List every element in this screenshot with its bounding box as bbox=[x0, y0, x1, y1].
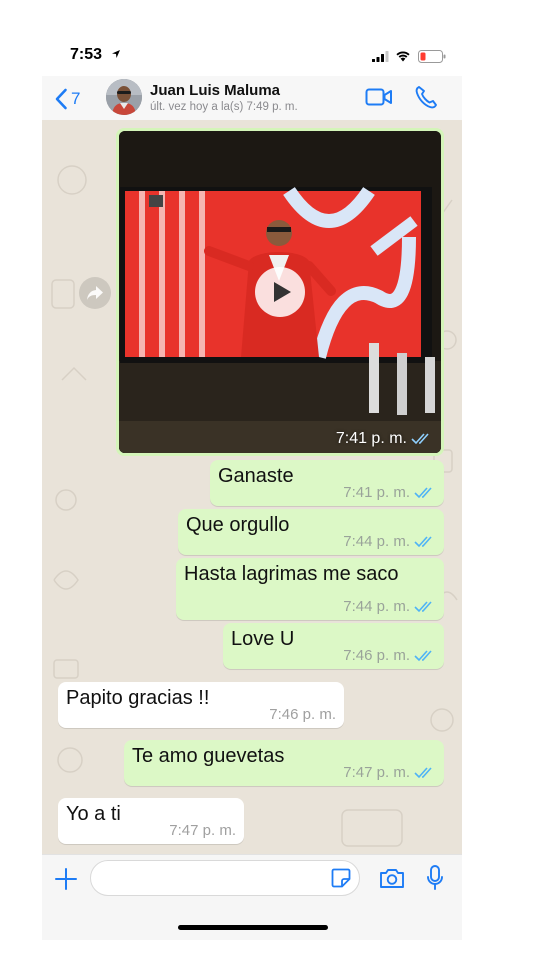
message-input-bar bbox=[42, 854, 462, 940]
signal-icon bbox=[372, 51, 389, 62]
message-bubble[interactable]: Papito gracias !! 7:46 p. m. bbox=[58, 682, 344, 728]
message-time: 7:44 p. m. bbox=[343, 598, 410, 615]
double-check-icon bbox=[414, 486, 432, 498]
message-time: 7:47 p. m. bbox=[169, 822, 236, 839]
message-bubble[interactable]: Que orgullo 7:44 p. m. bbox=[178, 509, 444, 555]
double-check-icon bbox=[414, 649, 432, 661]
message-bubble[interactable]: Ganaste 7:41 p. m. bbox=[210, 460, 444, 506]
chat-area[interactable]: 7:41 p. m. Ganaste 7:41 p. m. Que orgull… bbox=[42, 120, 462, 854]
plus-icon[interactable] bbox=[54, 867, 78, 891]
back-chevron-icon bbox=[55, 88, 67, 110]
message-time: 7:47 p. m. bbox=[343, 764, 410, 781]
message-bubble[interactable]: Love U 7:46 p. m. bbox=[223, 623, 444, 669]
message-time: 7:41 p. m. bbox=[343, 484, 410, 501]
message-meta: 7:46 p. m. bbox=[269, 706, 336, 723]
contact-name[interactable]: Juan Luis Maluma bbox=[150, 82, 280, 99]
message-text: Ganaste bbox=[218, 465, 294, 487]
message-text: Que orgullo bbox=[186, 514, 290, 536]
message-bubble[interactable]: Yo a ti 7:47 p. m. bbox=[58, 798, 244, 844]
message-input[interactable] bbox=[90, 860, 360, 896]
double-check-icon bbox=[414, 535, 432, 547]
microphone-icon[interactable] bbox=[426, 865, 444, 891]
wifi-icon bbox=[396, 51, 410, 62]
message-text: Hasta lagrimas me saco bbox=[184, 563, 399, 585]
home-indicator bbox=[178, 925, 328, 930]
location-arrow-icon bbox=[112, 50, 120, 58]
double-check-icon bbox=[414, 600, 432, 612]
message-time: 7:41 p. m. bbox=[335, 430, 407, 447]
message-time: 7:44 p. m. bbox=[343, 533, 410, 550]
message-time: 7:46 p. m. bbox=[269, 706, 336, 723]
camera-icon[interactable] bbox=[379, 867, 405, 889]
message-meta: 7:44 p. m. bbox=[343, 533, 436, 550]
phone-icon[interactable] bbox=[414, 84, 438, 110]
chat-header: 7 Juan Luis Maluma últ. vez hoy a la(s) … bbox=[42, 76, 462, 120]
message-meta: 7:47 p. m. bbox=[343, 764, 436, 781]
message-text: Papito gracias !! bbox=[66, 687, 210, 709]
video-message[interactable]: 7:41 p. m. bbox=[116, 128, 444, 456]
video-meta: 7:41 p. m. bbox=[336, 430, 433, 448]
play-button[interactable] bbox=[255, 267, 305, 317]
video-thumbnail[interactable]: 7:41 p. m. bbox=[119, 131, 441, 453]
status-bar: 7:53 bbox=[42, 34, 462, 76]
message-meta: 7:44 p. m. bbox=[343, 598, 436, 615]
avatar-image bbox=[106, 79, 142, 115]
phone-screen: 7:53 7 Juan Luis Maluma últ. vez hoy a l… bbox=[42, 34, 462, 940]
message-text: Yo a ti bbox=[66, 803, 121, 825]
message-bubble[interactable]: Te amo guevetas 7:47 p. m. bbox=[124, 740, 444, 786]
back-button[interactable]: 7 bbox=[54, 82, 88, 116]
message-meta: 7:46 p. m. bbox=[343, 647, 436, 664]
unread-count: 7 bbox=[71, 89, 81, 108]
sticker-icon[interactable] bbox=[331, 868, 351, 888]
status-time: 7:53 bbox=[70, 46, 103, 63]
contact-last-seen: últ. vez hoy a la(s) 7:49 p. m. bbox=[150, 101, 298, 113]
avatar[interactable] bbox=[106, 79, 142, 115]
forward-button[interactable] bbox=[79, 277, 111, 309]
message-text: Love U bbox=[231, 628, 295, 650]
video-call-icon[interactable] bbox=[365, 86, 393, 108]
double-check-icon bbox=[411, 433, 429, 445]
double-check-icon bbox=[414, 766, 432, 778]
message-text: Te amo guevetas bbox=[132, 745, 285, 767]
message-meta: 7:47 p. m. bbox=[169, 822, 236, 839]
message-bubble[interactable]: Hasta lagrimas me saco 7:44 p. m. bbox=[176, 558, 444, 620]
play-icon bbox=[274, 282, 291, 302]
message-meta: 7:41 p. m. bbox=[343, 484, 436, 501]
battery-icon bbox=[418, 50, 446, 63]
message-time: 7:46 p. m. bbox=[343, 647, 410, 664]
forward-icon bbox=[87, 286, 103, 300]
